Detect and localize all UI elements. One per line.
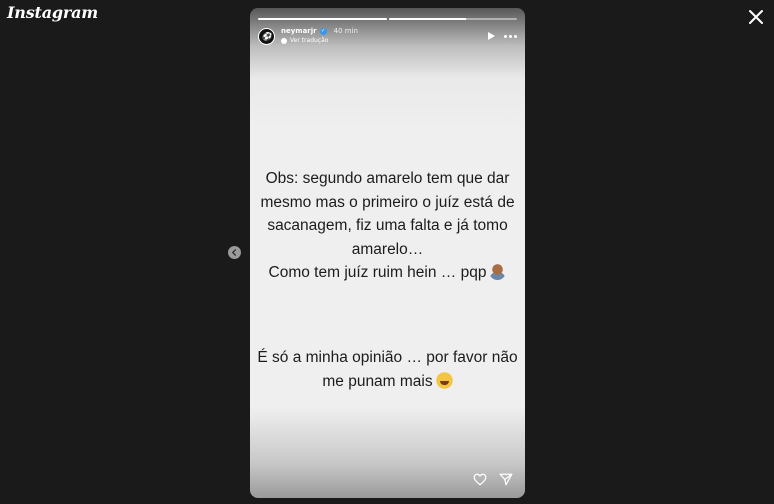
story-text-line-with-emoji: me punam mais [250,370,525,394]
story-text-line: me punam mais [322,372,433,390]
verified-badge-icon: ✓ [319,28,327,35]
progress-fill [258,18,387,20]
man-face-emoji-icon [489,263,507,280]
story-progress [258,18,517,20]
story-meta: neymarjr ✓ 40 min Ver tradução [281,27,358,45]
translation-link[interactable]: Ver tradução [281,36,358,45]
send-icon[interactable] [499,473,513,486]
story-text-block-2: É só a minha opinião … por favor não me … [250,346,525,393]
story-text-line: mesmo mas o primeiro o juíz está de [260,193,515,211]
play-icon[interactable] [488,32,495,40]
chevron-left-icon [231,249,237,256]
story-header: ⚽ neymarjr ✓ 40 min Ver tradução [258,26,517,46]
story-viewer[interactable]: ⚽ neymarjr ✓ 40 min Ver tradução Obs: se… [250,8,525,498]
progress-segment [258,18,387,20]
post-time: 40 min [333,27,358,35]
story-text-line: Obs: segundo amarelo tem que dar [265,170,510,187]
story-actions [473,473,513,486]
globe-icon [281,37,287,44]
heart-icon[interactable] [473,473,487,486]
story-text-line-with-emoji: Como tem juíz ruim hein … pqp [250,261,525,285]
story-text-line: É só a minha opinião … por favor não [257,349,518,366]
story-text-line: sacanagem, fiz uma falta e já tomo [267,217,508,234]
progress-fill [388,18,466,20]
username[interactable]: neymarjr [281,27,317,36]
story-text-line: Como tem juíz ruim hein … pqp [268,264,487,281]
laughing-emoji-icon [435,371,453,389]
close-icon[interactable] [748,9,764,25]
story-text-block-1: Obs: segundo amarelo tem que dar mesmo m… [250,167,525,285]
avatar[interactable]: ⚽ [258,27,275,45]
translation-label[interactable]: Ver tradução [290,36,328,45]
more-options-icon[interactable] [504,34,517,38]
progress-segment [388,18,517,20]
story-controls [488,32,517,40]
user-line: neymarjr ✓ 40 min [281,27,358,36]
instagram-logo[interactable]: Instagram [7,3,98,22]
story-text-line: amarelo… [351,240,424,258]
previous-story-button[interactable] [228,246,241,259]
